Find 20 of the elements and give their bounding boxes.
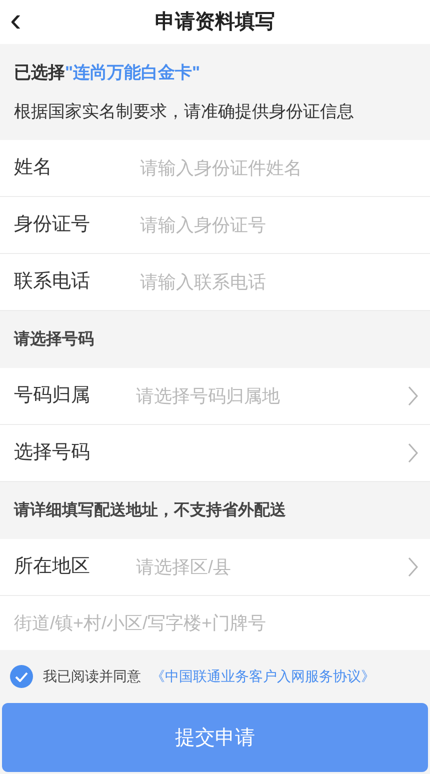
section-title: 请详细填写配送地址，不支持省外配送 (14, 500, 286, 520)
agree-checkbox[interactable] (10, 665, 33, 688)
input-field[interactable]: 请输入身份证件姓名 (140, 154, 430, 182)
agreement-text: 我已阅读并同意 (43, 667, 141, 686)
back-button[interactable]: ‹ (6, 3, 26, 41)
field-label: 身份证号 (14, 212, 91, 237)
field-label: 姓名 (14, 156, 53, 180)
card-name: "连尚万能白金卡" (65, 62, 200, 84)
page-title: 申请资料填写 (155, 10, 275, 35)
notice-text: 根据国家实名制要求，请准确提供身份证信息 (14, 101, 355, 123)
input-field[interactable]: 请输入联系电话 (140, 268, 430, 296)
field-label: 联系电话 (14, 270, 91, 294)
address-field[interactable]: 街道/镇+村/小区/写字楼+门牌号 (14, 610, 430, 636)
section-title: 请选择号码 (14, 330, 94, 350)
chevron-right-icon (408, 386, 418, 406)
chevron-right-icon (408, 557, 418, 577)
selected-label: 已选择 (14, 62, 65, 84)
chevron-right-icon (408, 443, 418, 463)
check-icon (15, 672, 28, 682)
input-field[interactable]: 请输入身份证号 (140, 212, 430, 238)
